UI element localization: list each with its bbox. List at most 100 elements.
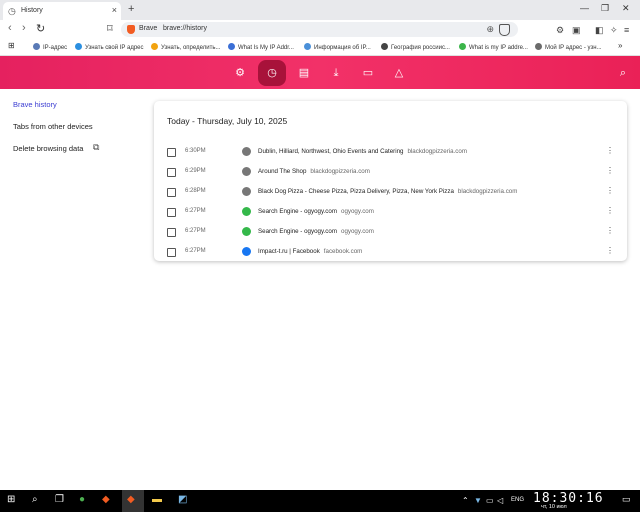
- bookmark-page-button[interactable]: ⌑: [107, 22, 113, 35]
- site-favicon-icon: [242, 207, 251, 216]
- history-row[interactable]: 6:27PM Search Engine - ogyogy.com ogyogy.…: [154, 223, 627, 243]
- row-title[interactable]: Search Engine - ogyogy.com ogyogy.com: [258, 228, 374, 235]
- language-indicator[interactable]: ENG: [511, 497, 524, 503]
- row-time: 6:28PM: [185, 188, 206, 194]
- brave-taskbar-icon[interactable]: ◆: [127, 494, 135, 505]
- rewards-nav-icon[interactable]: △: [391, 65, 407, 81]
- bookmark-item[interactable]: IP-адрес: [33, 43, 67, 51]
- tab-history[interactable]: ◷ History ×: [3, 2, 121, 20]
- tab-close-icon[interactable]: ×: [112, 5, 117, 15]
- row-title[interactable]: Dublin, Hilliard, Northwest, Ohio Events…: [258, 148, 467, 155]
- menu-icon[interactable]: ≡: [624, 25, 629, 35]
- row-title[interactable]: Around The Shop blackdogpizzeria.com: [258, 168, 370, 175]
- volume-icon[interactable]: ◁: [497, 496, 503, 505]
- row-checkbox[interactable]: [167, 168, 176, 177]
- row-checkbox[interactable]: [167, 188, 176, 197]
- row-menu-icon[interactable]: ⋮: [606, 146, 614, 155]
- bookmark-item[interactable]: Мой IP адрес - узн...: [535, 43, 602, 51]
- history-row[interactable]: 6:28PM Black Dog Pizza - Cheese Pizza, P…: [154, 183, 627, 203]
- bookmark-item[interactable]: What is my IP addre...: [459, 43, 528, 51]
- app-icon[interactable]: ◆: [102, 494, 110, 505]
- sidebar-item-brave-history[interactable]: Brave history: [13, 100, 57, 109]
- row-domain: blackdogpizzeria.com: [310, 168, 370, 175]
- site-favicon-icon: [242, 247, 251, 256]
- wallet-icon[interactable]: ▣: [572, 25, 581, 36]
- bookmark-favicon-icon: [381, 43, 388, 50]
- history-row[interactable]: 6:27PM Impact-t.ru | Facebook facebook.co…: [154, 243, 627, 263]
- leo-icon[interactable]: ✧: [610, 25, 618, 36]
- app-icon[interactable]: ◩: [178, 494, 187, 505]
- task-view-icon[interactable]: ❐: [55, 494, 64, 505]
- bookmark-item[interactable]: География россиис...: [381, 43, 450, 51]
- bookmark-favicon-icon: [535, 43, 542, 50]
- history-row[interactable]: 6:30PM Dublin, Hilliard, Northwest, Ohio…: [154, 143, 627, 163]
- row-time: 6:27PM: [185, 208, 206, 214]
- new-tab-button[interactable]: +: [128, 3, 134, 15]
- bookmark-favicon-icon: [304, 43, 311, 50]
- row-title[interactable]: Black Dog Pizza - Cheese Pizza, Pizza De…: [258, 188, 517, 195]
- minimize-button[interactable]: —: [580, 3, 589, 13]
- file-explorer-icon[interactable]: ▬: [152, 494, 162, 505]
- url-text[interactable]: brave://history: [163, 25, 207, 32]
- restore-button[interactable]: ❐: [601, 3, 609, 14]
- row-title[interactable]: Search Engine - ogyogy.com ogyogy.com: [258, 208, 374, 215]
- bookmark-item[interactable]: What Is My IP Addr...: [228, 43, 294, 51]
- more-bookmarks-icon[interactable]: »: [618, 41, 622, 50]
- row-checkbox[interactable]: [167, 228, 176, 237]
- back-button[interactable]: ‹: [8, 22, 12, 34]
- close-window-button[interactable]: ✕: [622, 3, 630, 14]
- downloads-nav-icon[interactable]: ⤓: [328, 65, 344, 81]
- row-menu-icon[interactable]: ⋮: [606, 206, 614, 215]
- bookmark-favicon-icon: [33, 43, 40, 50]
- bookmark-favicon-icon: [75, 43, 82, 50]
- history-row[interactable]: 6:27PM Search Engine - ogyogy.com ogyogy.…: [154, 203, 627, 223]
- forward-button[interactable]: ›: [22, 22, 26, 34]
- bookmark-favicon-icon: [459, 43, 466, 50]
- row-checkbox[interactable]: [167, 248, 176, 257]
- apps-icon[interactable]: ⊞: [8, 41, 15, 50]
- sidebar-toggle-icon[interactable]: ◧: [595, 25, 604, 36]
- row-menu-icon[interactable]: ⋮: [606, 166, 614, 175]
- row-time: 6:30PM: [185, 148, 206, 154]
- notifications-icon[interactable]: ▭: [622, 494, 631, 505]
- row-title[interactable]: Impact-t.ru | Facebook facebook.com: [258, 248, 362, 255]
- address-bar[interactable]: Brave brave://history ⊕: [121, 22, 518, 37]
- row-menu-icon[interactable]: ⋮: [606, 186, 614, 195]
- history-icon: ◷: [8, 6, 16, 16]
- brave-shields-icon[interactable]: [499, 24, 510, 36]
- wallet-nav-icon[interactable]: ▭: [360, 65, 376, 81]
- bookmark-item[interactable]: Информация об IP...: [304, 43, 371, 51]
- reload-button[interactable]: ↻: [36, 22, 45, 35]
- bookmark-favicon-icon: [151, 43, 158, 50]
- brand-label: Brave: [139, 25, 158, 32]
- history-card: Today - Thursday, July 10, 2025 6:30PM D…: [154, 101, 627, 261]
- row-checkbox[interactable]: [167, 208, 176, 217]
- settings-gear-icon[interactable]: ⚙: [232, 65, 248, 81]
- row-domain: facebook.com: [323, 248, 363, 255]
- bookmarks-nav-icon[interactable]: ▤: [296, 65, 312, 81]
- site-favicon-icon: [242, 167, 251, 176]
- start-windows-icon[interactable]: ⊞: [7, 494, 15, 505]
- row-domain: blackdogpizzeria.com: [457, 188, 518, 195]
- app-icon[interactable]: ●: [79, 494, 85, 505]
- history-nav-icon[interactable]: ◷: [258, 60, 286, 86]
- extensions-icon[interactable]: ⚙: [556, 25, 564, 36]
- history-row[interactable]: 6:29PM Around The Shop blackdogpizzeria.c…: [154, 163, 627, 183]
- bookmark-item[interactable]: Узнать, определить...: [151, 43, 220, 51]
- tray-app-icon[interactable]: ▼: [474, 496, 482, 505]
- row-menu-icon[interactable]: ⋮: [606, 226, 614, 235]
- search-icon[interactable]: ⌕: [615, 65, 631, 81]
- row-time: 6:29PM: [185, 168, 206, 174]
- external-link-icon[interactable]: ⧉: [93, 142, 99, 153]
- bookmark-item[interactable]: Узнать свой IP адрес: [75, 43, 144, 51]
- search-taskbar-icon[interactable]: ⌕: [32, 494, 38, 505]
- row-checkbox[interactable]: [167, 148, 176, 157]
- row-menu-icon[interactable]: ⋮: [606, 246, 614, 255]
- sidebar-item-delete-browsing-data[interactable]: Delete browsing data: [13, 144, 83, 153]
- tab-title: History: [21, 7, 43, 14]
- tray-chevron-icon[interactable]: ⌃: [462, 496, 469, 505]
- settings-header: ⚙ ◷ ▤ ⤓ ▭ △ ⌕: [0, 56, 640, 89]
- sidebar-item-tabs-other-devices[interactable]: Tabs from other devices: [13, 122, 93, 131]
- zoom-icon[interactable]: ⊕: [486, 24, 494, 35]
- network-icon[interactable]: ▭: [486, 496, 494, 505]
